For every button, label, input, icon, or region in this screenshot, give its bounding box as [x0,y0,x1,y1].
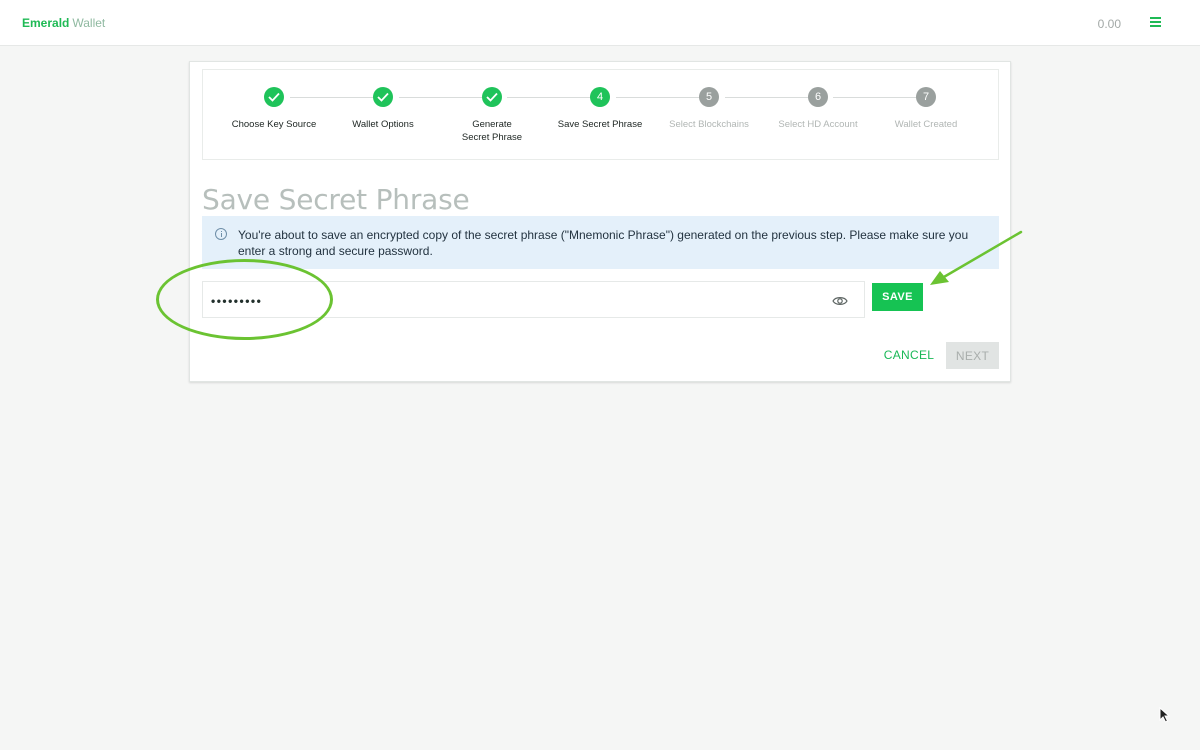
step-connector [616,97,700,98]
step-connector [290,97,374,98]
app-logo[interactable]: Emerald Wallet [22,16,105,30]
step-connector [507,97,592,98]
show-password-eye-icon[interactable] [832,294,848,306]
info-alert-text: You're about to save an encrypted copy o… [238,228,969,258]
brand-secondary: Wallet [72,16,106,30]
step-label: Select HD Account [778,119,858,130]
mouse-cursor-icon [1159,707,1171,723]
step-number: 6 [808,87,828,107]
wallet-balance: 0.00 [1097,17,1121,31]
wizard-stepper: Choose Key Source Wallet Options Generat… [202,69,999,160]
step-connector [399,97,483,98]
step-label: Choose Key Source [231,119,317,130]
create-wallet-card: Choose Key Source Wallet Options Generat… [189,61,1011,382]
cancel-button[interactable]: CANCEL [883,342,935,368]
hamburger-icon [1150,17,1161,19]
menu-button[interactable] [1150,17,1162,28]
step-label: Generate Secret Phrase [461,119,523,143]
step-complete-check-icon [373,87,393,107]
info-alert: You're about to save an encrypted copy o… [202,216,999,269]
next-button[interactable]: NEXT [946,342,999,369]
save-button[interactable]: SAVE [872,283,923,311]
step-number: 5 [699,87,719,107]
top-app-bar: Emerald Wallet 0.00 [0,0,1200,46]
step-number: 4 [590,87,610,107]
brand-primary: Emerald [22,16,70,30]
annotation-arrow [930,230,1023,285]
step-number: 7 [916,87,936,107]
step-label: Wallet Created [894,119,958,130]
annotation-ellipse [156,259,333,340]
step-connector [833,97,918,98]
step-label: Save Secret Phrase [557,119,643,130]
page-title: Save Secret Phrase [202,183,470,216]
step-label: Select Blockchains [669,119,749,130]
step-connector [725,97,809,98]
step-label: Wallet Options [352,119,414,130]
info-icon [215,228,227,240]
step-complete-check-icon [264,87,284,107]
step-complete-check-icon [482,87,502,107]
